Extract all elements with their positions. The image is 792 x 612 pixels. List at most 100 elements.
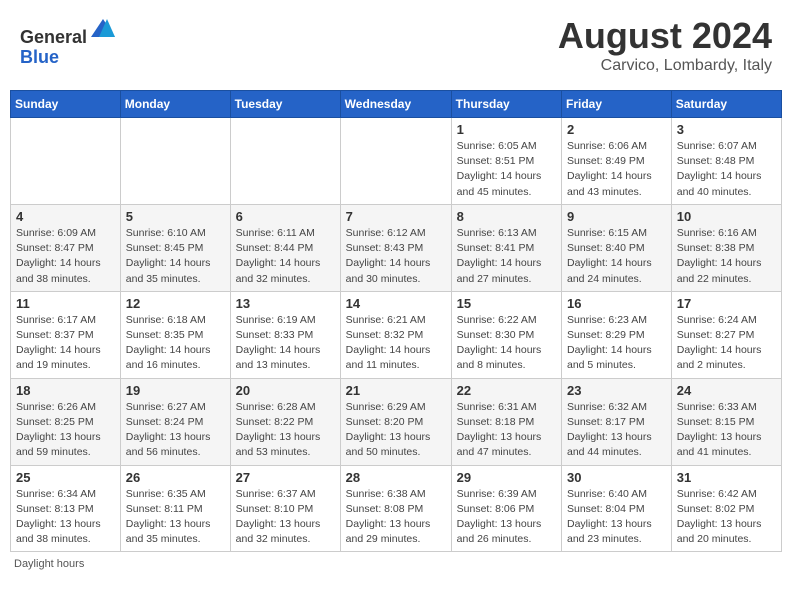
- day-number: 20: [236, 383, 335, 398]
- day-detail: Sunrise: 6:24 AM Sunset: 8:27 PM Dayligh…: [677, 313, 776, 374]
- day-number: 16: [567, 296, 666, 311]
- calendar-day-header: Tuesday: [230, 91, 340, 118]
- day-number: 1: [457, 122, 556, 137]
- day-detail: Sunrise: 6:21 AM Sunset: 8:32 PM Dayligh…: [346, 313, 446, 374]
- day-number: 24: [677, 383, 776, 398]
- day-number: 6: [236, 209, 335, 224]
- day-detail: Sunrise: 6:19 AM Sunset: 8:33 PM Dayligh…: [236, 313, 335, 374]
- day-number: 8: [457, 209, 556, 224]
- calendar-cell: 27Sunrise: 6:37 AM Sunset: 8:10 PM Dayli…: [230, 465, 340, 552]
- subtitle: Carvico, Lombardy, Italy: [558, 57, 772, 75]
- day-detail: Sunrise: 6:29 AM Sunset: 8:20 PM Dayligh…: [346, 400, 446, 461]
- calendar-cell: 28 Sunrise: 6:38 AM Sunset: 8:08 PM Dayli…: [340, 465, 451, 552]
- day-detail: Sunrise: 6:11 AM Sunset: 8:44 PM Dayligh…: [236, 226, 335, 287]
- day-detail: Sunrise: 6:39 AM Sunset: 8:06 PM Dayligh…: [457, 487, 556, 548]
- calendar-cell: 6 Sunrise: 6:11 AM Sunset: 8:44 PM Daylig…: [230, 204, 340, 291]
- day-number: 10: [677, 209, 776, 224]
- day-detail: Sunrise: 6:10 AM Sunset: 8:45 PM Dayligh…: [126, 226, 225, 287]
- calendar-day-header: Wednesday: [340, 91, 451, 118]
- calendar-cell: [11, 118, 121, 205]
- day-number: 29: [457, 470, 556, 485]
- day-number: 28: [346, 470, 446, 485]
- day-detail: Sunrise: 6:18 AM Sunset: 8:35 PM Dayligh…: [126, 313, 225, 374]
- day-detail: Sunrise: 6:35 AM Sunset: 8:11 PM Dayligh…: [126, 487, 225, 548]
- calendar-cell: 5 Sunrise: 6:10 AM Sunset: 8:45 PM Daylig…: [120, 204, 230, 291]
- day-detail: Sunrise: 6:26 AM Sunset: 8:25 PM Dayligh…: [16, 400, 115, 461]
- calendar-cell: 19 Sunrise: 6:27 AM Sunset: 8:24 PM Dayli…: [120, 378, 230, 465]
- footer: Daylight hours: [10, 558, 782, 570]
- day-detail: Sunrise: 6:27 AM Sunset: 8:24 PM Dayligh…: [126, 400, 225, 461]
- calendar-day-header: Saturday: [671, 91, 781, 118]
- calendar-cell: 30 Sunrise: 6:40 AM Sunset: 8:04 PM Dayli…: [562, 465, 672, 552]
- calendar-week-row: 25 Sunrise: 6:34 AM Sunset: 8:13 PM Dayli…: [11, 465, 782, 552]
- calendar-cell: [230, 118, 340, 205]
- day-detail: Sunrise: 6:13 AM Sunset: 8:41 PM Dayligh…: [457, 226, 556, 287]
- day-number: 18: [16, 383, 115, 398]
- calendar-day-header: Monday: [120, 91, 230, 118]
- main-title: August 2024: [558, 15, 772, 57]
- day-number: 23: [567, 383, 666, 398]
- calendar-cell: 7 Sunrise: 6:12 AM Sunset: 8:43 PM Daylig…: [340, 204, 451, 291]
- day-number: 31: [677, 470, 776, 485]
- calendar-cell: 9 Sunrise: 6:15 AM Sunset: 8:40 PM Daylig…: [562, 204, 672, 291]
- day-number: 25: [16, 470, 115, 485]
- calendar-cell: 10 Sunrise: 6:16 AM Sunset: 8:38 PM Dayli…: [671, 204, 781, 291]
- day-detail: Sunrise: 6:40 AM Sunset: 8:04 PM Dayligh…: [567, 487, 666, 548]
- day-detail: Sunrise: 6:16 AM Sunset: 8:38 PM Dayligh…: [677, 226, 776, 287]
- calendar-cell: 8 Sunrise: 6:13 AM Sunset: 8:41 PM Daylig…: [451, 204, 561, 291]
- day-detail: Sunrise: 6:07 AM Sunset: 8:48 PM Dayligh…: [677, 139, 776, 200]
- day-number: 21: [346, 383, 446, 398]
- calendar-cell: 26Sunrise: 6:35 AM Sunset: 8:11 PM Dayli…: [120, 465, 230, 552]
- calendar-cell: 17 Sunrise: 6:24 AM Sunset: 8:27 PM Dayli…: [671, 291, 781, 378]
- calendar-day-header: Friday: [562, 91, 672, 118]
- day-number: 19: [126, 383, 225, 398]
- calendar-cell: 11Sunrise: 6:17 AM Sunset: 8:37 PM Dayli…: [11, 291, 121, 378]
- calendar-cell: [120, 118, 230, 205]
- logo: General Blue: [20, 15, 117, 68]
- calendar-cell: 14Sunrise: 6:21 AM Sunset: 8:32 PM Dayli…: [340, 291, 451, 378]
- calendar-cell: 2Sunrise: 6:06 AM Sunset: 8:49 PM Daylig…: [562, 118, 672, 205]
- day-number: 15: [457, 296, 556, 311]
- page-header: General Blue August 2024 Carvico, Lombar…: [10, 10, 782, 80]
- calendar-cell: 23Sunrise: 6:32 AM Sunset: 8:17 PM Dayli…: [562, 378, 672, 465]
- day-detail: Sunrise: 6:38 AM Sunset: 8:08 PM Dayligh…: [346, 487, 446, 548]
- calendar-cell: 20 Sunrise: 6:28 AM Sunset: 8:22 PM Dayli…: [230, 378, 340, 465]
- day-detail: Sunrise: 6:33 AM Sunset: 8:15 PM Dayligh…: [677, 400, 776, 461]
- day-number: 22: [457, 383, 556, 398]
- day-detail: Sunrise: 6:42 AM Sunset: 8:02 PM Dayligh…: [677, 487, 776, 548]
- day-number: 13: [236, 296, 335, 311]
- calendar-cell: 18 Sunrise: 6:26 AM Sunset: 8:25 PM Dayli…: [11, 378, 121, 465]
- day-number: 2: [567, 122, 666, 137]
- calendar-cell: 1Sunrise: 6:05 AM Sunset: 8:51 PM Daylig…: [451, 118, 561, 205]
- day-detail: Sunrise: 6:22 AM Sunset: 8:30 PM Dayligh…: [457, 313, 556, 374]
- calendar-cell: 24 Sunrise: 6:33 AM Sunset: 8:15 PM Dayli…: [671, 378, 781, 465]
- logo-icon: [89, 15, 117, 43]
- calendar-cell: 25 Sunrise: 6:34 AM Sunset: 8:13 PM Dayli…: [11, 465, 121, 552]
- day-number: 5: [126, 209, 225, 224]
- day-detail: Sunrise: 6:23 AM Sunset: 8:29 PM Dayligh…: [567, 313, 666, 374]
- calendar-table: SundayMondayTuesdayWednesdayThursdayFrid…: [10, 90, 782, 552]
- day-number: 9: [567, 209, 666, 224]
- day-detail: Sunrise: 6:12 AM Sunset: 8:43 PM Dayligh…: [346, 226, 446, 287]
- footer-text: Daylight hours: [14, 558, 84, 570]
- day-number: 4: [16, 209, 115, 224]
- day-number: 17: [677, 296, 776, 311]
- day-number: 3: [677, 122, 776, 137]
- calendar-cell: 31 Sunrise: 6:42 AM Sunset: 8:02 PM Dayli…: [671, 465, 781, 552]
- calendar-week-row: 1Sunrise: 6:05 AM Sunset: 8:51 PM Daylig…: [11, 118, 782, 205]
- calendar-week-row: 11Sunrise: 6:17 AM Sunset: 8:37 PM Dayli…: [11, 291, 782, 378]
- calendar-day-header: Thursday: [451, 91, 561, 118]
- day-number: 30: [567, 470, 666, 485]
- day-number: 7: [346, 209, 446, 224]
- day-detail: Sunrise: 6:34 AM Sunset: 8:13 PM Dayligh…: [16, 487, 115, 548]
- day-detail: Sunrise: 6:28 AM Sunset: 8:22 PM Dayligh…: [236, 400, 335, 461]
- calendar-header-row: SundayMondayTuesdayWednesdayThursdayFrid…: [11, 91, 782, 118]
- calendar-cell: 4 Sunrise: 6:09 AM Sunset: 8:47 PM Daylig…: [11, 204, 121, 291]
- calendar-cell: 16 Sunrise: 6:23 AM Sunset: 8:29 PM Dayli…: [562, 291, 672, 378]
- calendar-cell: 22Sunrise: 6:31 AM Sunset: 8:18 PM Dayli…: [451, 378, 561, 465]
- day-detail: Sunrise: 6:15 AM Sunset: 8:40 PM Dayligh…: [567, 226, 666, 287]
- calendar-cell: 29 Sunrise: 6:39 AM Sunset: 8:06 PM Dayli…: [451, 465, 561, 552]
- calendar-week-row: 4 Sunrise: 6:09 AM Sunset: 8:47 PM Daylig…: [11, 204, 782, 291]
- day-detail: Sunrise: 6:37 AM Sunset: 8:10 PM Dayligh…: [236, 487, 335, 548]
- day-detail: Sunrise: 6:09 AM Sunset: 8:47 PM Dayligh…: [16, 226, 115, 287]
